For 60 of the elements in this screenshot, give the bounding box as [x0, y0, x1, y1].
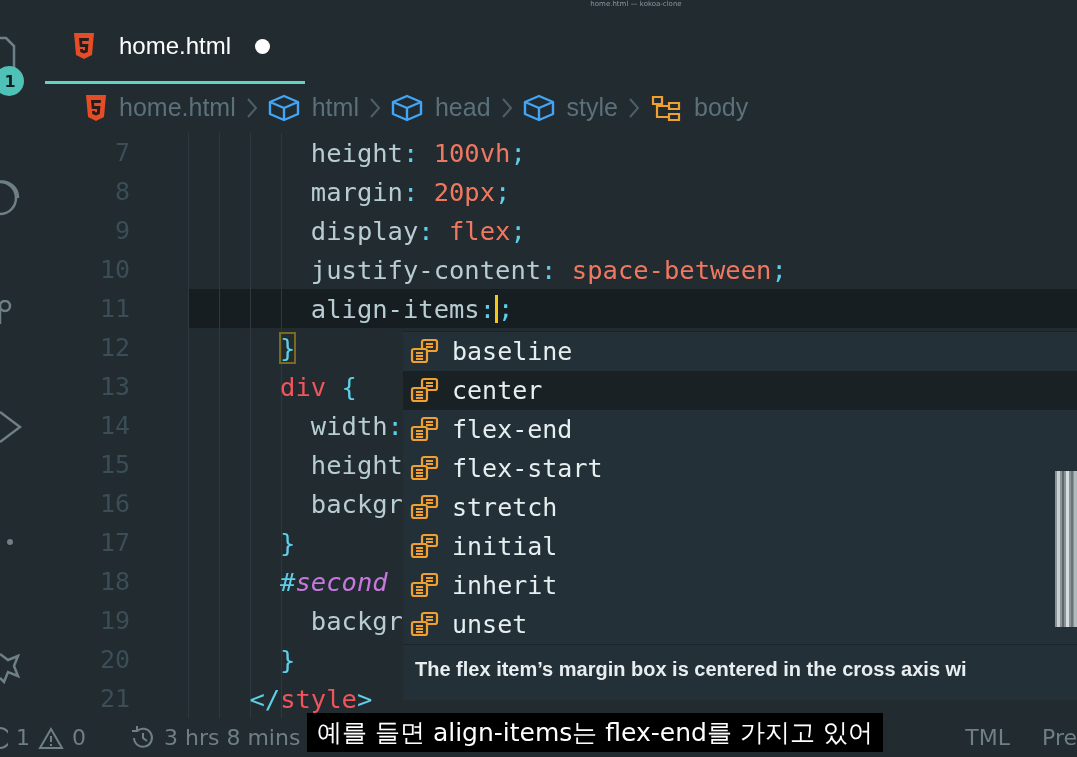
- suggestion-detail: The flex item’s margin box is centered in the cross axis wi: [403, 644, 1077, 700]
- value-icon: [410, 610, 440, 639]
- html5-icon: [85, 94, 107, 121]
- code-line: div {: [279, 371, 357, 402]
- status-item[interactable]: 0: [72, 725, 86, 750]
- history-icon: [130, 724, 156, 751]
- suggestion-item[interactable]: inherit: [403, 566, 1077, 605]
- dot-icon: [6, 538, 14, 546]
- html5-icon: [73, 33, 95, 60]
- code-line: justify-content: space-between;: [309, 254, 787, 285]
- suggestion-item[interactable]: stretch: [403, 488, 1077, 527]
- code-line: align-items:;: [309, 293, 514, 324]
- breadcrumb-item[interactable]: home.html: [119, 93, 236, 123]
- code-line: backgr: [309, 488, 403, 519]
- code-line: }: [279, 527, 296, 558]
- value-icon: [410, 454, 440, 483]
- status-item[interactable]: 3 hrs 8 mins: [164, 725, 301, 750]
- value-icon: [410, 337, 440, 366]
- suggestion-item[interactable]: unset: [403, 605, 1077, 644]
- warning-icon: [38, 726, 64, 749]
- code-line: #second: [279, 566, 388, 597]
- code-line: backgr: [309, 605, 403, 636]
- suggestion-item[interactable]: center: [403, 371, 1077, 410]
- status-item[interactable]: 1: [16, 725, 30, 750]
- cube-icon: [267, 93, 300, 122]
- cube-icon: [390, 93, 423, 122]
- run-icon[interactable]: [0, 410, 22, 444]
- tree-icon: [650, 93, 682, 122]
- code-line: height: 100vh;: [309, 137, 526, 168]
- code-line: }: [279, 644, 296, 675]
- code-line: height: [309, 449, 403, 480]
- breadcrumb-item[interactable]: html: [311, 93, 359, 123]
- breadcrumb-item[interactable]: body: [694, 93, 749, 123]
- chevron-icon: [628, 96, 640, 119]
- chevron-icon: [500, 96, 513, 119]
- value-icon: [410, 493, 440, 522]
- status-item[interactable]: Pre: [1042, 725, 1077, 750]
- subtitle-caption: 예를 들면 align-items는 flex-end를 가지고 있어: [307, 713, 883, 752]
- chevron-icon: [368, 96, 381, 119]
- value-icon: [410, 532, 440, 561]
- breadcrumb-item[interactable]: head: [434, 93, 491, 123]
- suggestion-item[interactable]: initial: [403, 527, 1077, 566]
- code-line: display: flex;: [309, 215, 526, 246]
- value-icon: [410, 571, 440, 600]
- suggestion-item[interactable]: flex-start: [403, 449, 1077, 488]
- suggestion-item[interactable]: flex-end: [403, 410, 1077, 449]
- suggestion-item[interactable]: baseline: [403, 332, 1077, 371]
- value-icon: [410, 415, 440, 444]
- code-line: width:: [309, 410, 403, 441]
- value-icon: [410, 376, 440, 405]
- editor-tab[interactable]: home.html: [45, 11, 305, 85]
- code-line: margin: 20px;: [309, 176, 511, 207]
- status-item[interactable]: TML: [965, 725, 1010, 750]
- text-cursor: [495, 294, 499, 323]
- breadcrumb-item[interactable]: style: [566, 93, 618, 123]
- cube-icon: [522, 93, 555, 122]
- code-line: </style>: [248, 683, 373, 714]
- code-line: }: [279, 332, 296, 363]
- chevron-icon: [245, 96, 258, 119]
- notification-badge: 1: [0, 66, 24, 96]
